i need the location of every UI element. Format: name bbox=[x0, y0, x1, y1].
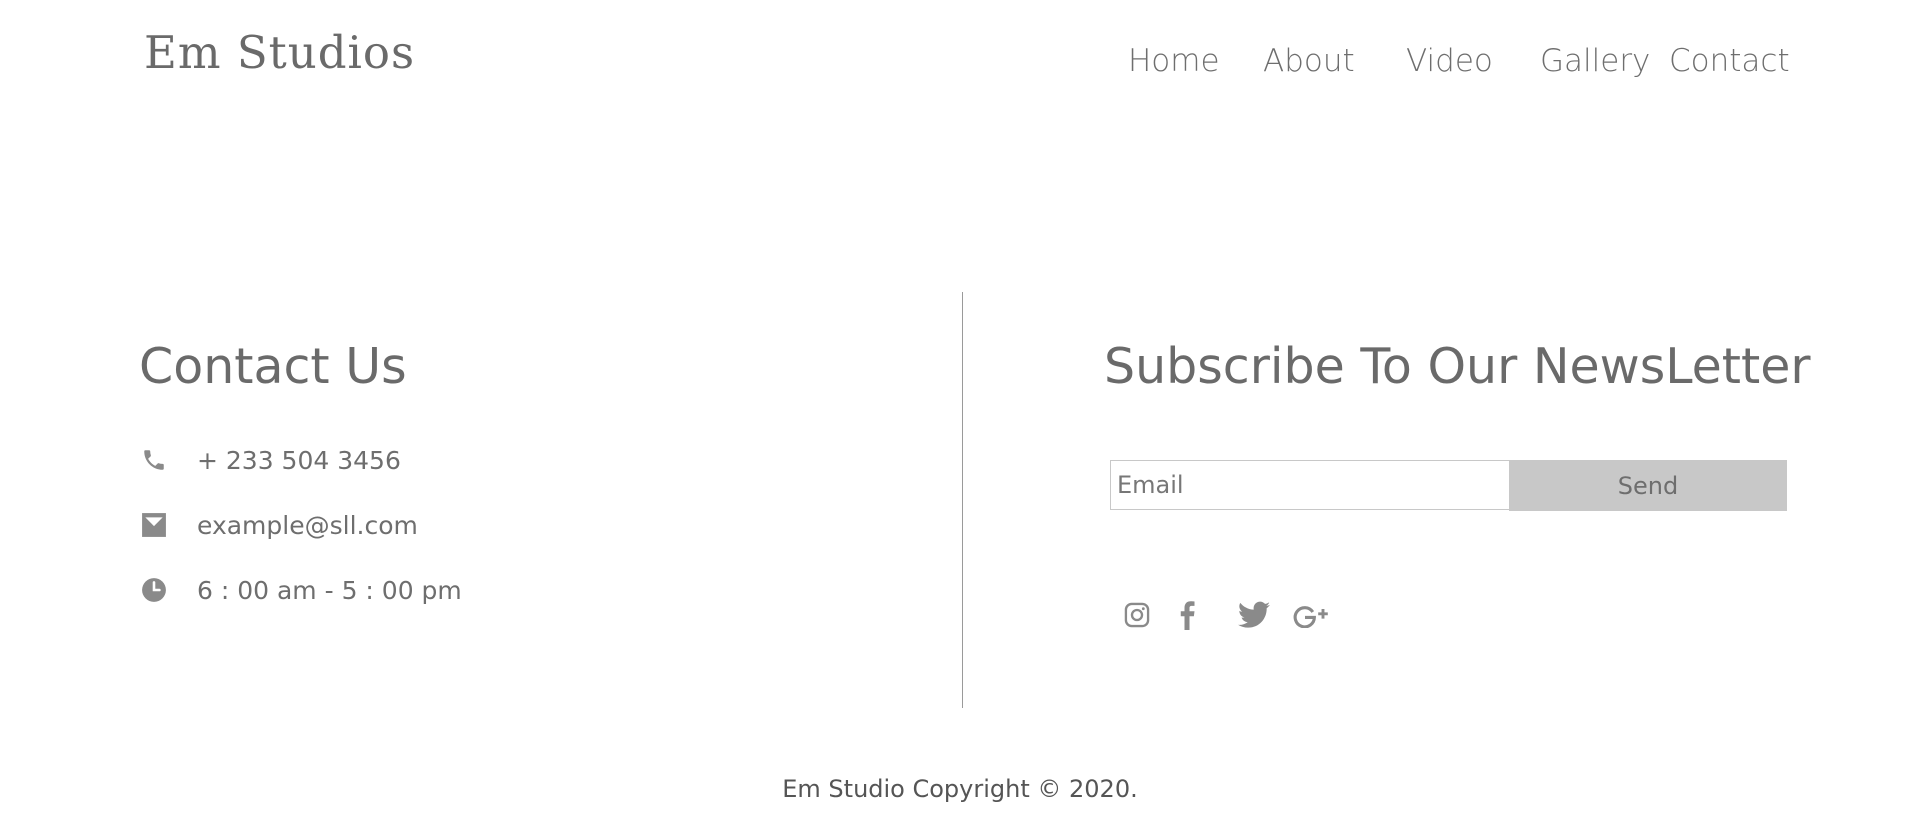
twitter-icon[interactable] bbox=[1237, 598, 1271, 632]
send-button[interactable]: Send bbox=[1509, 460, 1787, 511]
newsletter-email-input[interactable] bbox=[1110, 460, 1509, 510]
contact-title: Contact Us bbox=[139, 338, 407, 395]
contact-hours-row: 6 : 00 am - 5 : 00 pm bbox=[141, 570, 462, 610]
nav-item-contact[interactable]: Contact bbox=[1669, 43, 1790, 79]
mail-icon bbox=[141, 512, 167, 538]
nav-item-gallery[interactable]: Gallery bbox=[1540, 43, 1650, 79]
nav-item-about[interactable]: About bbox=[1263, 43, 1355, 79]
nav-item-video[interactable]: Video bbox=[1406, 43, 1493, 79]
instagram-icon[interactable] bbox=[1122, 598, 1152, 632]
phone-icon bbox=[141, 447, 167, 473]
section-divider bbox=[962, 292, 963, 708]
newsletter-title: Subscribe To Our NewsLetter bbox=[1104, 338, 1811, 395]
contact-email-row: example@sll.com bbox=[141, 505, 418, 545]
contact-hours-text: 6 : 00 am - 5 : 00 pm bbox=[197, 575, 462, 605]
clock-icon bbox=[141, 577, 167, 603]
nav-item-home[interactable]: Home bbox=[1128, 43, 1220, 79]
contact-email-text: example@sll.com bbox=[197, 510, 418, 540]
page: Em Studios Home About Video Gallery Cont… bbox=[0, 0, 1920, 819]
contact-phone-row: + 233 504 3456 bbox=[141, 440, 401, 480]
contact-phone-text: + 233 504 3456 bbox=[197, 445, 401, 475]
footer-copyright: Em Studio Copyright © 2020. bbox=[782, 775, 1138, 803]
facebook-icon[interactable] bbox=[1175, 598, 1199, 632]
brand-logo[interactable]: Em Studios bbox=[144, 26, 415, 79]
google-plus-icon[interactable] bbox=[1293, 598, 1329, 632]
